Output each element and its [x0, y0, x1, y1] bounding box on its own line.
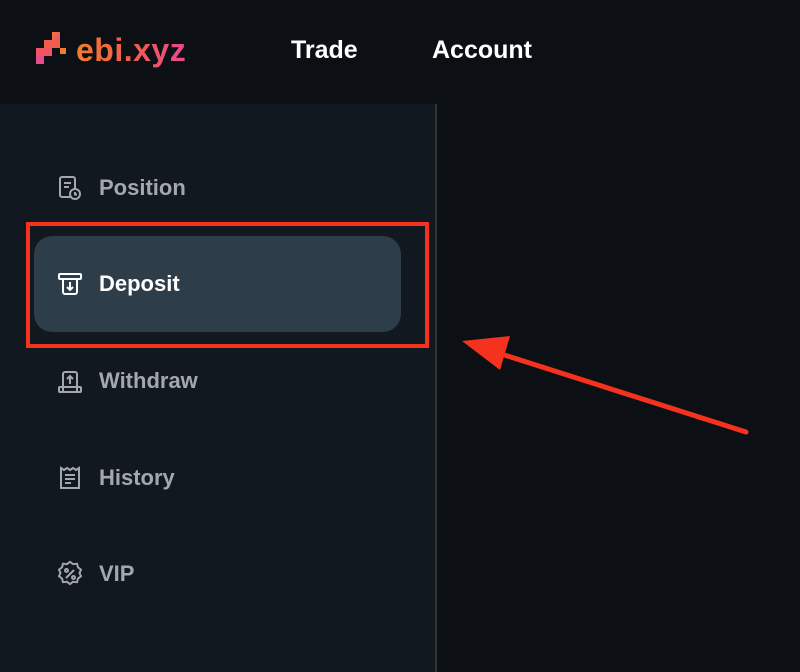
vip-icon [57, 560, 83, 586]
sidebar-item-deposit[interactable]: Deposit [34, 236, 401, 332]
withdraw-icon [58, 371, 82, 393]
deposit-icon [58, 273, 82, 295]
sidebar-item-position[interactable]: Position [34, 140, 401, 236]
sidebar-item-withdraw[interactable]: Withdraw [34, 333, 401, 429]
nav-account-link[interactable]: Account [432, 34, 532, 66]
brand-logo[interactable]: ebi.xyz [32, 30, 186, 70]
sidebar-item-label: History [99, 465, 175, 490]
sidebar-item-label: VIP [99, 561, 135, 586]
logo-text: ebi.xyz [76, 32, 187, 68]
sidebar-item-label: Deposit [99, 271, 180, 296]
top-navigation-bar: ebi.xyz Trade Account [0, 0, 800, 104]
sidebar-item-vip[interactable]: VIP [34, 526, 401, 622]
main-content-area [437, 104, 800, 672]
logo-icon [36, 32, 66, 64]
position-icon [59, 176, 81, 200]
history-icon [60, 466, 80, 489]
nav-trade-link[interactable]: Trade [291, 34, 358, 66]
sidebar-item-history[interactable]: History [34, 430, 401, 526]
sidebar-item-label: Withdraw [99, 368, 198, 393]
sidebar-item-label: Position [99, 175, 186, 200]
